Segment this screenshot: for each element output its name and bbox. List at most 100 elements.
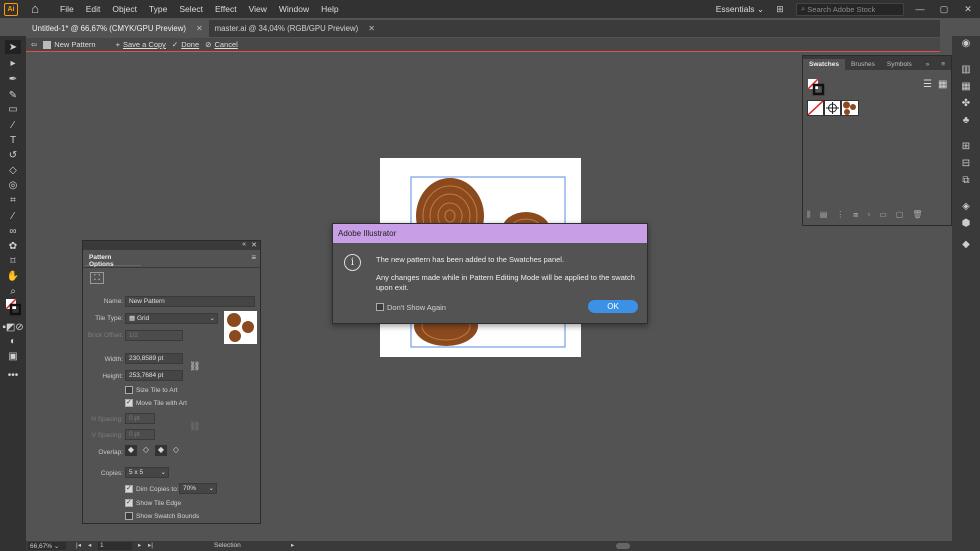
fill-stroke-icon[interactable] (5, 298, 21, 316)
curvature-tool-icon[interactable]: ✎ (5, 88, 21, 102)
size-tile-checkbox[interactable] (125, 386, 133, 394)
show-swatch-bounds-checkbox[interactable] (125, 512, 133, 520)
link-icon[interactable]: ⛓ (189, 361, 200, 372)
pen-tool-icon[interactable]: ✒ (5, 72, 21, 86)
spacing-link-icon[interactable]: ⛓ (189, 421, 200, 432)
transform-icon[interactable]: ⊞ (959, 141, 973, 153)
symbols-icon[interactable]: ♣ (959, 115, 973, 127)
appearance-icon[interactable]: ◈ (959, 201, 973, 213)
artboard-tool-icon[interactable]: ⌑ (5, 254, 21, 268)
menu-file[interactable]: File (54, 4, 80, 14)
close-icon[interactable]: ✕ (368, 24, 375, 33)
show-kinds-icon[interactable]: ▤ (820, 210, 828, 220)
minimize-icon[interactable]: — (912, 4, 928, 14)
swatch-registration[interactable] (824, 100, 841, 116)
name-field[interactable]: New Pattern (125, 296, 255, 307)
zoom-tool-icon[interactable]: ⌕ (5, 284, 21, 298)
stock-search-input[interactable]: ⌕ Search Adobe Stock (796, 2, 904, 16)
properties-icon[interactable]: ◉ (959, 38, 973, 50)
back-arrow-icon[interactable]: ⇦ (31, 40, 37, 49)
top-in-front-icon[interactable]: ◆ (155, 445, 167, 456)
close-icon[interactable]: ✕ (960, 4, 976, 15)
artboard-select[interactable]: 1 (98, 542, 132, 550)
grid-view-icon[interactable]: ▦ (938, 79, 947, 90)
tab-untitled[interactable]: Untitled-1* @ 66,67% (CMYK/GPU Preview) ✕ (26, 20, 209, 37)
eyedropper-tool-icon[interactable]: ⁄ (5, 209, 21, 223)
tab-symbols[interactable]: Symbols (881, 59, 918, 70)
copies-select[interactable]: 5 x 5 ⌄ (125, 467, 169, 478)
pattern-tile-tool-icon[interactable]: ⛶ (90, 272, 104, 284)
swatch-none[interactable] (807, 100, 824, 116)
horizontal-scrollbar-thumb[interactable] (616, 543, 630, 549)
menu-view[interactable]: View (243, 4, 273, 14)
eraser-tool-icon[interactable]: ◇ (5, 163, 21, 177)
free-transform-tool-icon[interactable]: ⌗ (5, 193, 21, 207)
menu-help[interactable]: Help (315, 4, 344, 14)
right-in-front-icon[interactable]: ◇ (140, 445, 152, 456)
menu-type[interactable]: Type (143, 4, 173, 14)
direct-selection-tool-icon[interactable]: ▸ (5, 56, 21, 70)
delete-swatch-icon[interactable]: 🗑 (912, 210, 922, 220)
edit-group-icon[interactable]: ▫ (867, 210, 870, 220)
done-button[interactable]: ✓ Done (172, 40, 199, 49)
close-icon[interactable]: ✕ (251, 241, 257, 249)
blend-tool-icon[interactable]: ∞ (5, 224, 21, 238)
symbol-sprayer-tool-icon[interactable]: ✿ (5, 239, 21, 253)
tab-brushes[interactable]: Brushes (845, 59, 881, 70)
last-artboard-icon[interactable]: ▸| (148, 541, 153, 549)
tile-type-select[interactable]: ▦ Grid ⌄ (125, 313, 218, 324)
grid-icon[interactable]: ⊞ (772, 4, 788, 15)
panel-menu-icon[interactable]: ≡ (251, 253, 256, 262)
h-spacing-field[interactable]: 0 pt (125, 413, 155, 424)
swatch-options-icon[interactable]: ⋮ (836, 210, 844, 220)
height-field[interactable]: 253,7684 pt (125, 370, 183, 381)
close-icon[interactable]: ✕ (196, 24, 203, 33)
dim-copies-checkbox[interactable] (125, 484, 133, 493)
collapse-icon[interactable]: « (242, 241, 246, 248)
move-tile-checkbox[interactable] (125, 398, 133, 407)
menu-object[interactable]: Object (106, 4, 143, 14)
expand-icon[interactable]: » (920, 59, 936, 70)
selection-tool-icon[interactable]: ➤ (5, 40, 21, 54)
new-group-icon[interactable]: ▭ (879, 210, 887, 220)
bottom-in-front-icon[interactable]: ◇ (170, 445, 182, 456)
swatches-icon[interactable]: ▦ (959, 81, 973, 93)
type-tool-icon[interactable]: T (5, 133, 21, 147)
status-arrow-icon[interactable]: ▸ (291, 541, 294, 549)
workspace-switcher[interactable]: Essentials ⌄ (716, 4, 764, 15)
screen-mode-icon[interactable]: ▣ (5, 349, 21, 363)
next-artboard-icon[interactable]: ▸ (138, 541, 141, 549)
menu-edit[interactable]: Edit (80, 4, 107, 14)
panel-title-tab[interactable]: Pattern Options (85, 251, 141, 268)
ok-button[interactable]: OK (588, 300, 638, 313)
dont-show-checkbox[interactable] (376, 303, 384, 311)
v-spacing-field[interactable]: 0 pt (125, 429, 155, 440)
color-group-icon[interactable]: ⧈ (853, 210, 858, 220)
swatch-libraries-icon[interactable]: ⫼ (807, 210, 811, 220)
zoom-select[interactable]: 66,67% ⌄ (28, 542, 66, 550)
save-copy-button[interactable]: + Save a Copy (116, 40, 166, 49)
new-swatch-icon[interactable]: ▢ (896, 210, 904, 220)
menu-select[interactable]: Select (173, 4, 209, 14)
show-tile-edge-checkbox[interactable] (125, 498, 133, 507)
first-artboard-icon[interactable]: |◂ (76, 541, 81, 549)
panel-menu-icon[interactable]: ≡ (935, 59, 951, 70)
graphic-styles-icon[interactable]: ⬢ (959, 218, 973, 230)
menu-window[interactable]: Window (273, 4, 315, 14)
paintbrush-tool-icon[interactable]: ∕ (5, 118, 21, 132)
more-tools-icon[interactable]: ••• (5, 368, 21, 382)
pathfinder-icon[interactable]: ⧉ (959, 175, 973, 187)
tab-master[interactable]: master.ai @ 34,04% (RGB/GPU Preview) ✕ (209, 20, 381, 37)
rotate-tool-icon[interactable]: ↺ (5, 148, 21, 162)
align-icon[interactable]: ⊟ (959, 158, 973, 170)
menu-effect[interactable]: Effect (209, 4, 243, 14)
maximize-icon[interactable]: ▢ (936, 4, 952, 15)
fill-stroke-icon[interactable] (807, 78, 825, 96)
hand-tool-icon[interactable]: ✋ (5, 269, 21, 283)
layers-icon[interactable]: ◆ (959, 239, 973, 251)
home-icon[interactable]: ⌂ (28, 2, 42, 16)
warp-tool-icon[interactable]: ◎ (5, 178, 21, 192)
rectangle-tool-icon[interactable]: ▭ (5, 102, 21, 116)
tab-swatches[interactable]: Swatches (803, 59, 845, 70)
color-mode-icon[interactable]: ▪◩⊘ (2, 320, 23, 334)
